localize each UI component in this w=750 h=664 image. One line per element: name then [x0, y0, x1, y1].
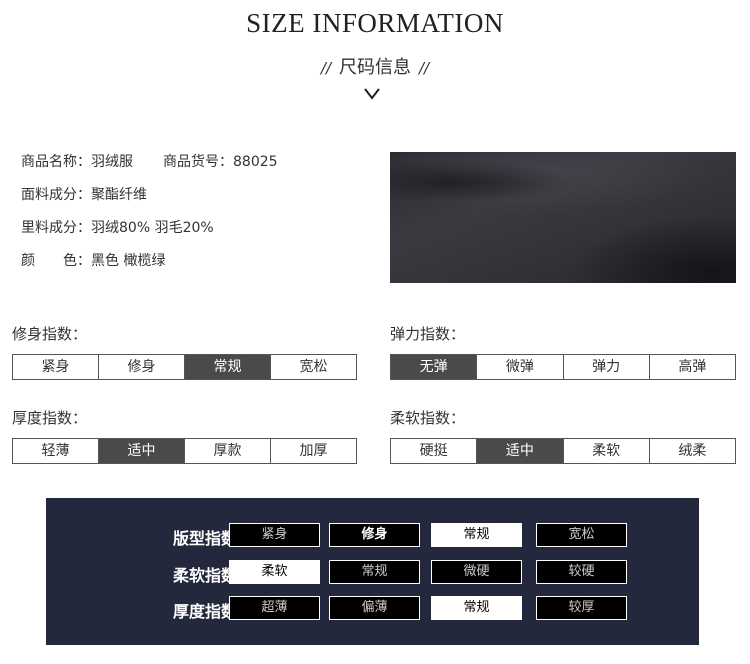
fit-index-option: 宽松	[299, 359, 328, 375]
elasticity-index-scale: 无弹 微弹 弹力 高弹	[390, 354, 736, 380]
panel-thickness-option: 较厚	[536, 596, 627, 620]
fabric-value: 聚酯纤维	[91, 187, 147, 203]
panel-fit-option: 常规	[431, 523, 522, 547]
panel-softness-option: 较硬	[536, 560, 627, 584]
fit-index-option: 常规	[185, 355, 271, 379]
softness-index-option: 柔软	[564, 439, 650, 463]
thickness-index-option: 厚款	[185, 439, 271, 463]
elasticity-index-label: 弹力指数：	[390, 325, 466, 343]
panel-thickness-option: 常规	[431, 596, 522, 620]
thickness-index-option: 加厚	[299, 443, 328, 459]
fit-index-scale: 紧身 修身 常规 宽松	[12, 354, 357, 380]
panel-softness-option: 柔软	[229, 560, 320, 584]
lining-label: 里料成分：	[21, 220, 91, 236]
thickness-index-option: 轻薄	[13, 439, 99, 463]
panel-thickness-option: 超薄	[229, 596, 320, 620]
lining-row: 里料成分：羽绒80% 羽毛20%	[21, 217, 214, 237]
panel-fit-option: 紧身	[229, 523, 320, 547]
fit-index-option: 修身	[99, 355, 185, 379]
product-name-value: 羽绒服	[91, 154, 133, 170]
color-label-part1: 颜	[21, 253, 35, 269]
thickness-index-option: 适中	[99, 439, 185, 463]
thickness-index-scale: 轻薄 适中 厚款 加厚	[12, 438, 357, 464]
panel-fit-option: 宽松	[536, 523, 627, 547]
fabric-label: 面料成分：	[21, 187, 91, 203]
product-name-label: 商品名称：	[21, 154, 91, 170]
color-label-part2: 色：	[63, 253, 91, 269]
color-row: 颜 色：黑色 橄榄绿	[21, 250, 165, 270]
color-value: 黑色 橄榄绿	[91, 253, 166, 269]
product-sku-value: 88025	[233, 154, 278, 170]
panel-softness-option: 常规	[329, 560, 420, 584]
softness-index-option: 适中	[477, 439, 564, 463]
softness-index-option: 硬挺	[391, 439, 478, 463]
fabric-row: 面料成分：聚酯纤维	[21, 184, 147, 204]
softness-index-scale: 硬挺 适中 柔软 绒柔	[390, 438, 736, 464]
fit-index-option: 紧身	[13, 355, 99, 379]
lining-value: 羽绒80% 羽毛20%	[91, 220, 214, 236]
elasticity-index-option: 高弹	[678, 359, 707, 375]
thickness-index-label: 厚度指数：	[12, 409, 88, 427]
panel-fit-option: 修身	[329, 523, 420, 547]
chevron-down-icon	[364, 88, 380, 100]
subtitle-decoration-right: //	[419, 59, 430, 77]
subtitle-text: 尺码信息	[339, 57, 411, 78]
softness-index-option: 绒柔	[678, 443, 707, 459]
subtitle-decoration-left: //	[320, 59, 331, 77]
fabric-image	[390, 152, 736, 283]
elasticity-index-option: 弹力	[564, 355, 650, 379]
product-sku-label: 商品货号：	[163, 154, 233, 170]
product-name-row: 商品名称：羽绒服 商品货号：88025	[21, 151, 278, 171]
index-summary-panel: 版型指数： 紧身 修身 常规 宽松 柔软指数： 柔软 常规 微硬 较硬 厚度指数…	[46, 498, 699, 645]
panel-softness-option: 微硬	[431, 560, 522, 584]
fit-index-label: 修身指数：	[12, 325, 88, 343]
elasticity-index-option: 微弹	[477, 355, 564, 379]
softness-index-label: 柔软指数：	[390, 409, 466, 427]
page-title: SIZE INFORMATION	[246, 8, 504, 38]
panel-thickness-option: 偏薄	[329, 596, 420, 620]
elasticity-index-option: 无弹	[391, 355, 478, 379]
page-subtitle: // 尺码信息 //	[0, 53, 750, 79]
